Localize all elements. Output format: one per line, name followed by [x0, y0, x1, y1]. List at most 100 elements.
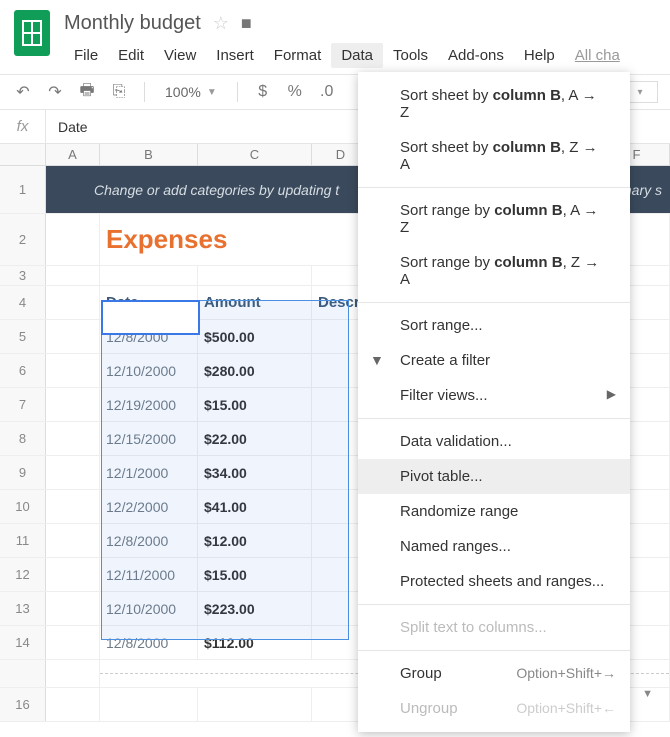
cell-date: 12/10/2000 — [106, 601, 176, 617]
menu-view[interactable]: View — [154, 43, 206, 68]
rownum[interactable]: 11 — [0, 524, 46, 557]
cell-date: 12/19/2000 — [106, 397, 176, 413]
t: Create a filter — [400, 352, 490, 369]
rownum[interactable]: 8 — [0, 422, 46, 455]
colhead-A[interactable]: A — [46, 144, 100, 165]
menu-tools[interactable]: Tools — [383, 43, 438, 68]
rownum[interactable]: 3 — [0, 266, 46, 285]
data-menu-dropdown: Sort sheet by column B, A → Z Sort sheet… — [358, 72, 630, 732]
t: Sort range by — [400, 254, 494, 271]
percent-button[interactable]: % — [284, 81, 306, 103]
menu-format[interactable]: Format — [264, 43, 332, 68]
menuitem-randomize-range[interactable]: Randomize range — [358, 494, 630, 529]
colhead-C[interactable]: C — [198, 144, 312, 165]
menu-separator — [358, 418, 630, 419]
rownum[interactable]: 14 — [0, 626, 46, 659]
menu-separator — [358, 650, 630, 651]
all-changes-link[interactable]: All cha — [565, 43, 630, 68]
menuitem-ungroup: Ungroup Option+Shift+← — [358, 691, 630, 726]
menuitem-data-validation[interactable]: Data validation... — [358, 424, 630, 459]
formula-input[interactable]: Date — [46, 111, 100, 143]
rownum[interactable]: 7 — [0, 388, 46, 421]
cell-date: 12/1/2000 — [106, 465, 168, 481]
submenu-arrow-icon: ▶ — [607, 387, 616, 401]
rownum[interactable]: 4 — [0, 286, 46, 319]
rownum[interactable]: 5 — [0, 320, 46, 353]
filter-icon: ▼ — [370, 352, 384, 368]
menuitem-filter-views[interactable]: Filter views... ▶ — [358, 378, 630, 413]
chevron-down-icon: ▼ — [207, 87, 217, 98]
menubar: File Edit View Insert Format Data Tools … — [64, 37, 630, 74]
menu-separator — [358, 187, 630, 188]
redo-icon[interactable]: ↷ — [44, 81, 66, 103]
t: Filter views... — [400, 387, 488, 404]
banner-text-left: Change or add categories by updating t — [94, 182, 339, 198]
star-icon[interactable]: ☆ — [213, 13, 229, 34]
sheets-logo-icon[interactable] — [14, 10, 50, 56]
chevron-down-icon[interactable]: ▼ — [642, 688, 653, 700]
menu-addons[interactable]: Add-ons — [438, 43, 514, 68]
menuitem-protected-sheets[interactable]: Protected sheets and ranges... — [358, 564, 630, 599]
menu-data[interactable]: Data — [331, 43, 383, 68]
cell-amount: $15.00 — [204, 397, 247, 413]
decimal-button[interactable]: .0 — [316, 81, 338, 103]
doc-title[interactable]: Monthly budget — [64, 10, 201, 37]
toolbar-divider — [144, 82, 145, 102]
menu-separator — [358, 302, 630, 303]
menu-file[interactable]: File — [64, 43, 108, 68]
rownum[interactable]: 16 — [0, 688, 46, 721]
cell-date: 12/15/2000 — [106, 431, 176, 447]
cell-amount: $41.00 — [204, 499, 247, 515]
menuitem-sort-range-az[interactable]: Sort range by column B, A → Z — [358, 193, 630, 245]
currency-button[interactable]: $ — [252, 81, 274, 103]
cell-amount: $12.00 — [204, 533, 247, 549]
menu-help[interactable]: Help — [514, 43, 565, 68]
colhead-B[interactable]: B — [100, 144, 198, 165]
cell-amount: $112.00 — [204, 635, 254, 651]
menuitem-sort-range-za[interactable]: Sort range by column B, Z → A — [358, 245, 630, 297]
cell-amount: $500.00 — [204, 329, 255, 345]
t: Sort range by — [400, 202, 494, 219]
menuitem-sort-sheet-az[interactable]: Sort sheet by column B, A → Z — [358, 78, 630, 130]
t: Sort sheet by — [400, 139, 493, 156]
t: Group — [400, 665, 442, 682]
th-amount: Amount — [204, 294, 261, 311]
menuitem-sort-range[interactable]: Sort range... — [358, 308, 630, 343]
t: column B — [493, 139, 561, 156]
menu-edit[interactable]: Edit — [108, 43, 154, 68]
menuitem-sort-sheet-za[interactable]: Sort sheet by column B, Z → A — [358, 130, 630, 182]
cell-date: 12/8/2000 — [106, 635, 168, 651]
rownum[interactable]: 6 — [0, 354, 46, 387]
t: column B — [494, 202, 562, 219]
rownum[interactable]: 13 — [0, 592, 46, 625]
cell-date: 12/10/2000 — [106, 363, 176, 379]
rownum[interactable]: 1 — [0, 166, 46, 213]
shortcut: Option+Shift+← — [516, 700, 616, 716]
cell-amount: $15.00 — [204, 567, 247, 583]
t: column B — [493, 87, 561, 104]
rownum[interactable]: 10 — [0, 490, 46, 523]
t: Ungroup — [400, 700, 458, 717]
folder-icon[interactable]: ■ — [241, 13, 252, 34]
menuitem-group[interactable]: Group Option+Shift+→ — [358, 656, 630, 691]
t: column B — [494, 254, 562, 271]
menuitem-create-filter[interactable]: ▼ Create a filter — [358, 343, 630, 378]
paint-format-icon[interactable]: ⎘ — [108, 81, 130, 103]
expenses-title: Expenses — [106, 224, 227, 255]
rownum[interactable]: 12 — [0, 558, 46, 591]
undo-icon[interactable]: ↶ — [12, 81, 34, 103]
toolbar-divider — [237, 82, 238, 102]
rownum[interactable]: 9 — [0, 456, 46, 489]
rownum[interactable]: 2 — [0, 214, 46, 265]
print-icon[interactable]: 🖶 — [76, 81, 98, 103]
cell-date: 12/8/2000 — [106, 329, 168, 345]
cell-amount: $223.00 — [204, 601, 255, 617]
rownum[interactable] — [0, 660, 46, 687]
cell-date: 12/2/2000 — [106, 499, 168, 515]
zoom-select[interactable]: 100%▼ — [159, 84, 223, 100]
menuitem-pivot-table[interactable]: Pivot table... — [358, 459, 630, 494]
menu-separator — [358, 604, 630, 605]
menuitem-named-ranges[interactable]: Named ranges... — [358, 529, 630, 564]
shortcut: Option+Shift+→ — [516, 665, 616, 681]
menu-insert[interactable]: Insert — [206, 43, 264, 68]
